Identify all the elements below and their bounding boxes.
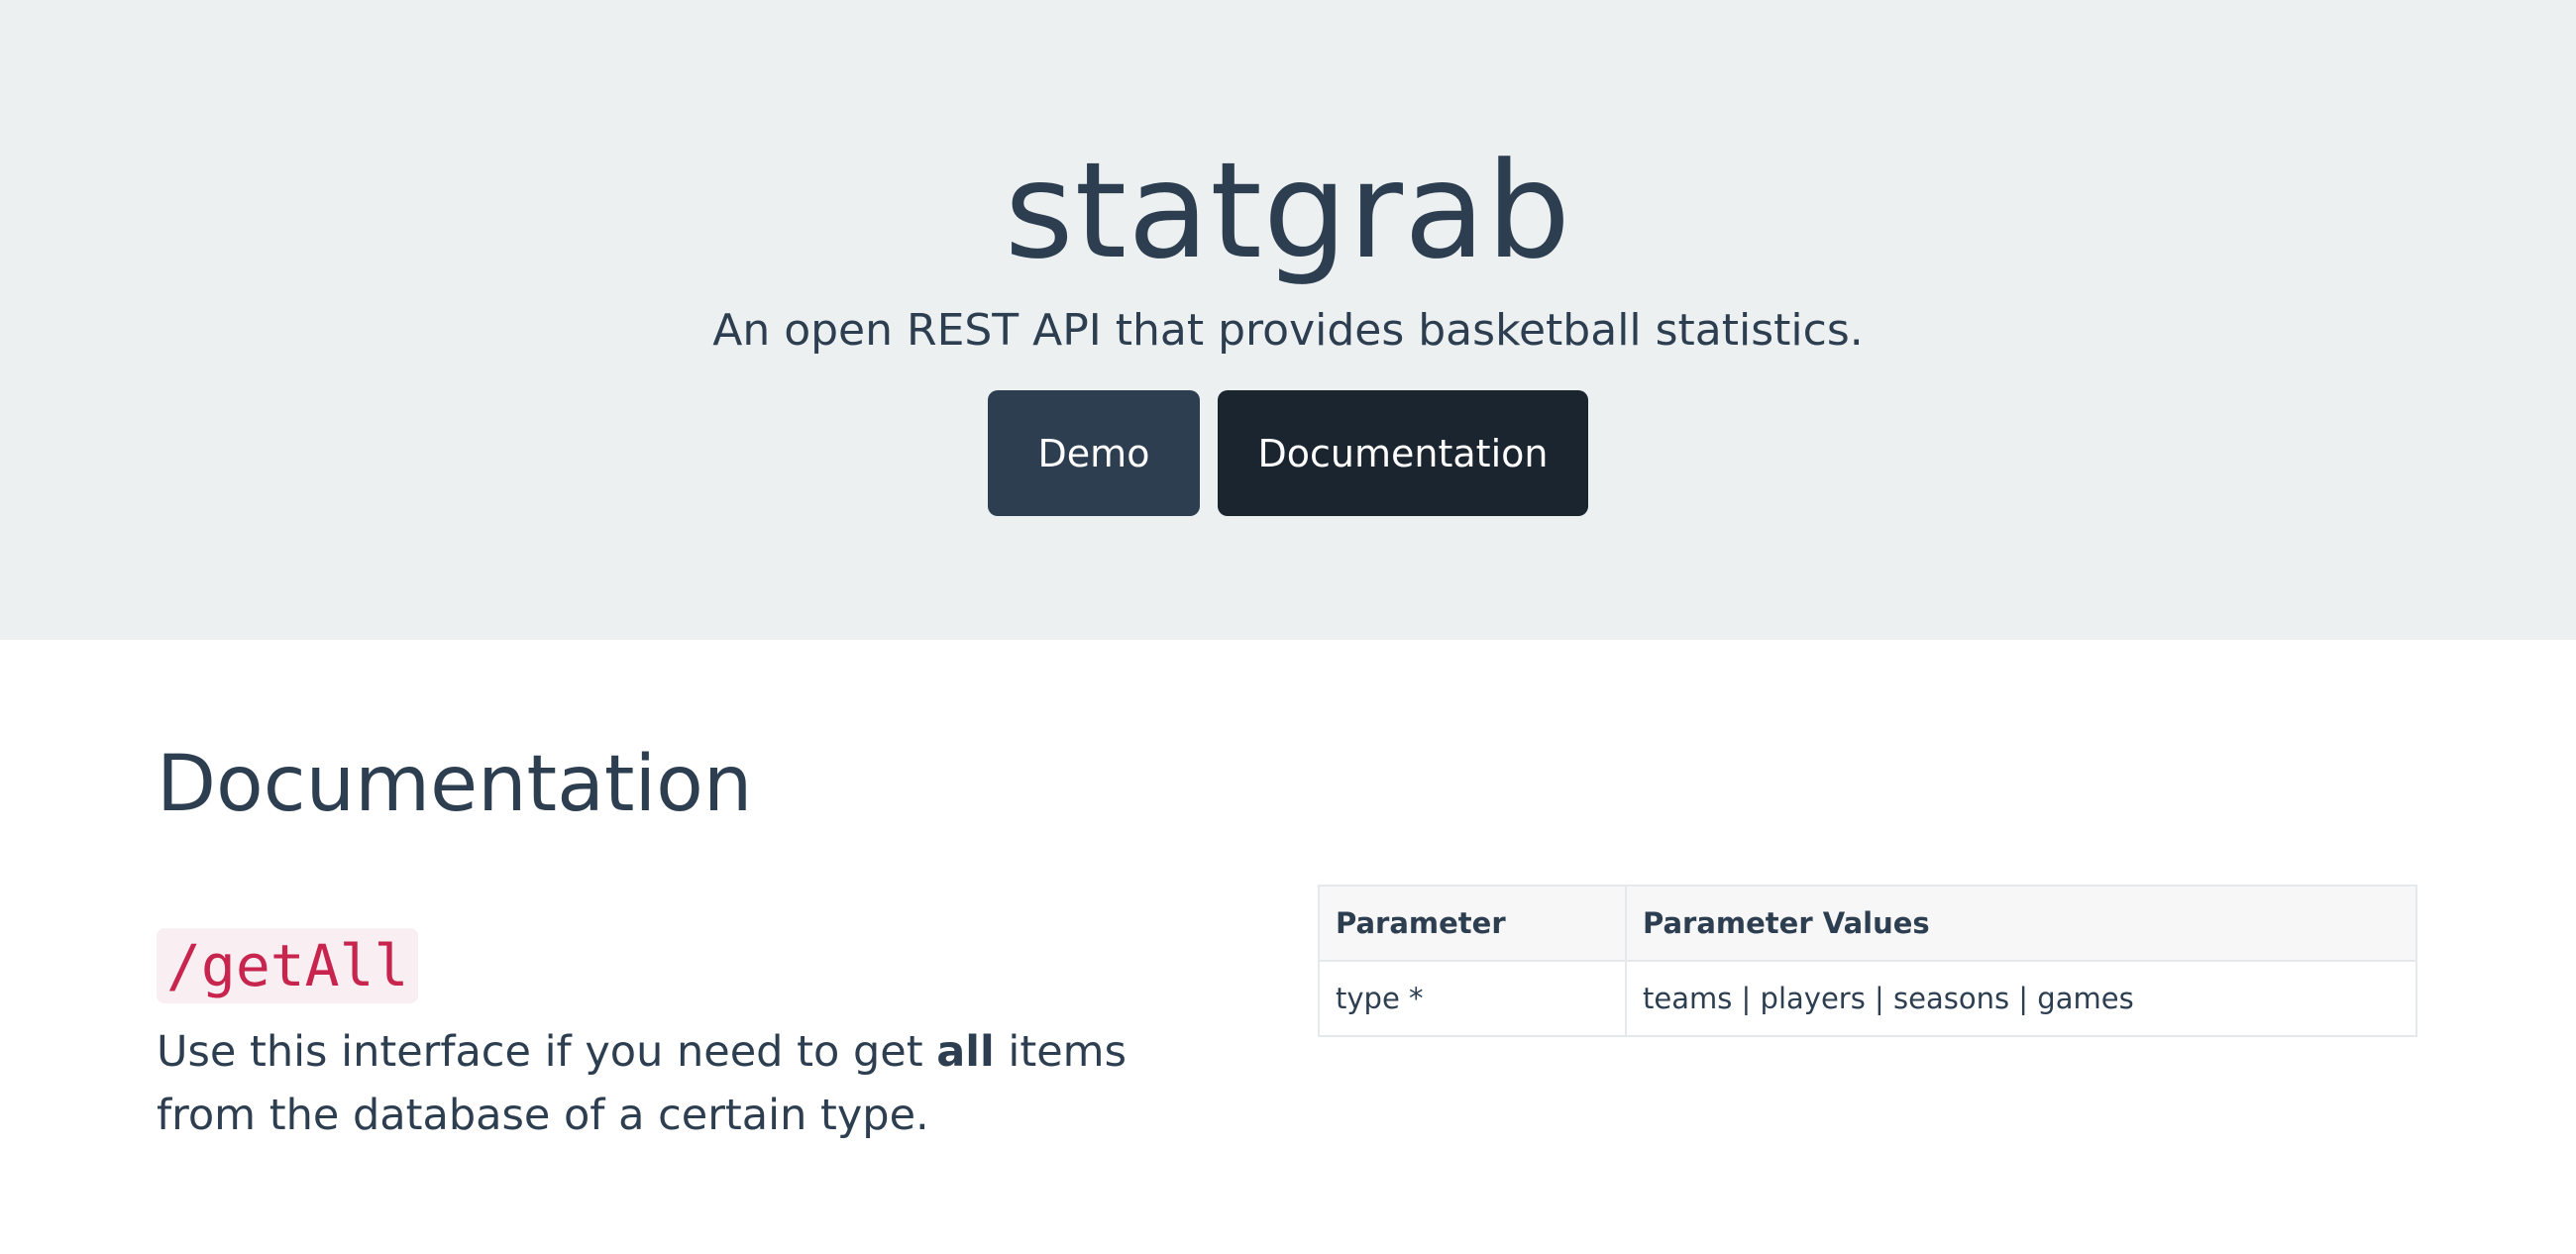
endpoint-description-text: Use this interface if you need to get [157, 1027, 937, 1077]
hero-button-group: Demo Documentation [0, 390, 2576, 516]
site-tagline: An open REST API that provides basketbal… [712, 305, 1864, 356]
endpoint-description-emphasis: all [936, 1027, 995, 1077]
parameter-values-cell: teams | players | seasons | games [1625, 960, 2417, 1037]
documentation-button[interactable]: Documentation [1218, 390, 1588, 516]
endpoint-description: Use this interface if you need to get al… [157, 1020, 1236, 1147]
table-header-row: Parameter Parameter Values [1318, 885, 2417, 962]
column-header-parameter: Parameter [1318, 885, 1627, 962]
table-row: type * teams | players | seasons | games [1318, 960, 2417, 1037]
documentation-heading: Documentation [157, 740, 753, 829]
demo-button[interactable]: Demo [988, 390, 1200, 516]
column-header-parameter-values: Parameter Values [1625, 885, 2417, 962]
parameter-name-cell: type * [1318, 960, 1627, 1037]
site-title: statgrab [1004, 134, 1572, 288]
endpoint-name: /getAll [157, 928, 419, 1003]
hero-banner: statgrab An open REST API that provides … [0, 0, 2576, 640]
parameter-table: Parameter Parameter Values type * teams … [1318, 885, 2417, 1037]
